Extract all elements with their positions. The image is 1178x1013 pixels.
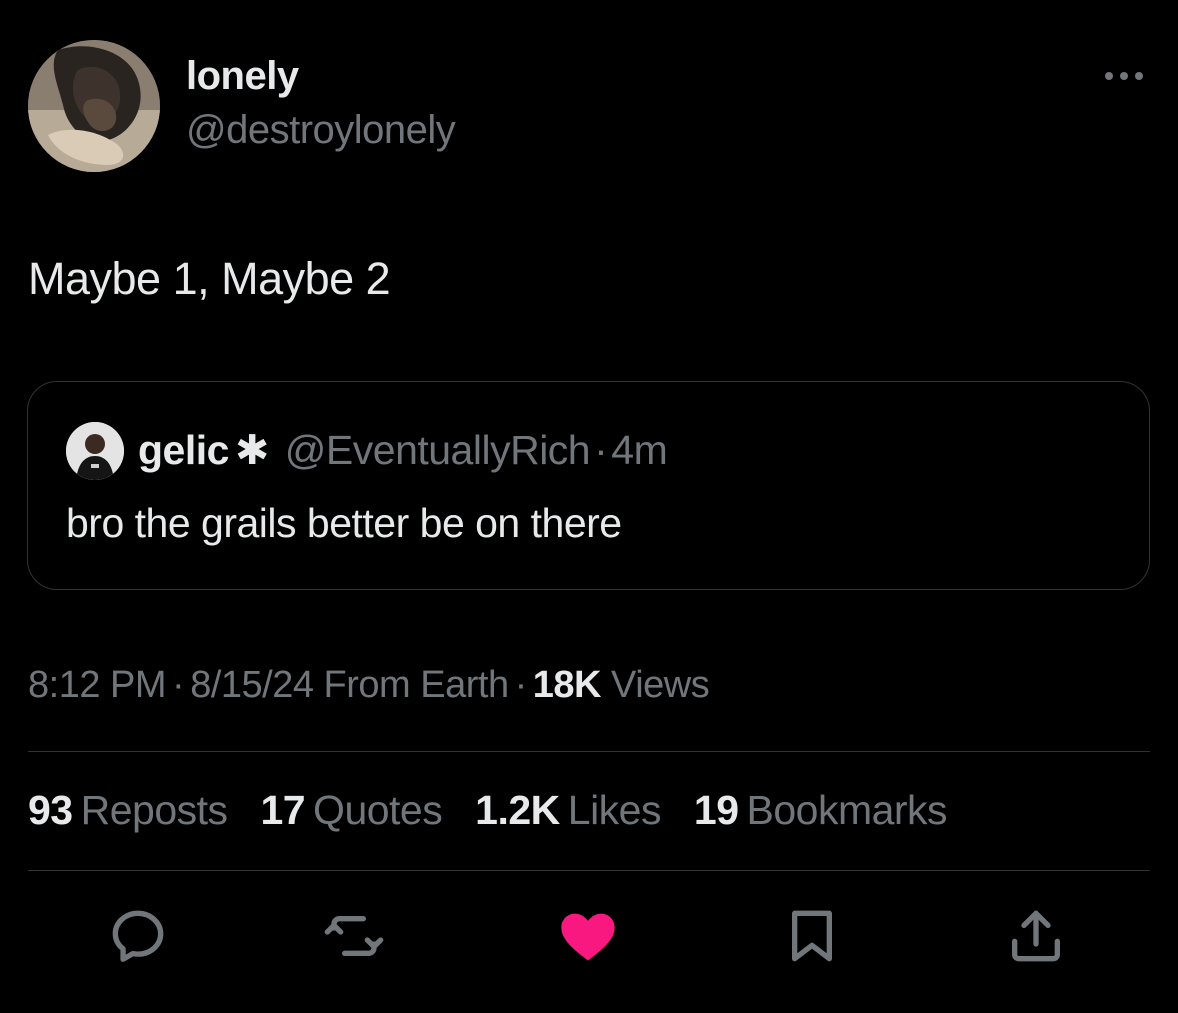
separator-dot: · [172,664,185,706]
like-button[interactable] [556,904,620,968]
repost-button[interactable] [322,904,386,968]
action-bar [0,900,1178,980]
reply-button[interactable] [106,904,170,968]
share-button[interactable] [1004,904,1068,968]
tweet-time[interactable]: 8:12 PM [28,664,167,706]
tweet-meta: 8:12 PM · 8/15/24 From Earth · 18K Views [28,664,710,707]
likes-stat[interactable]: 1.2K Likes [475,787,661,833]
bookmarks-stat[interactable]: 19 Bookmarks [693,787,948,833]
heart-filled-icon [561,913,615,961]
tweet-text: Maybe 1, Maybe 2 [28,253,391,304]
divider [28,870,1150,871]
engagement-stats: 93 Reposts 17 Quotes 1.2K Likes 19 Bookmarks [28,787,969,834]
tweet-source: From Earth [323,664,510,706]
quotes-count: 17 [260,787,306,833]
bookmark-button[interactable] [780,904,844,968]
tweet-date[interactable]: 8/15/24 [190,664,314,706]
author-avatar[interactable] [28,40,160,172]
reposts-stat[interactable]: 93 Reposts [28,787,228,833]
views-count: 18K [532,664,602,706]
separator-dot: · [594,427,608,473]
separator-dot: · [514,664,528,706]
quotes-stat[interactable]: 17 Quotes [260,787,442,833]
author-name[interactable]: lonely [186,54,299,99]
likes-count: 1.2K [475,787,560,833]
tweet-header: lonely @destroylonely [28,40,1150,172]
reposts-label: Reposts [80,787,228,833]
divider [28,751,1150,752]
bookmarks-count: 19 [693,787,739,833]
reply-icon [112,910,164,962]
quoted-author-handle[interactable]: @EventuallyRich [285,427,591,473]
views-label: Views [611,664,710,706]
share-icon [1012,910,1060,962]
quoted-author-badge: ✱ [234,427,269,473]
quotes-label: Quotes [313,787,443,833]
bookmark-icon [792,910,832,962]
quoted-tweet-text: bro the grails better be on there [66,500,622,546]
reposts-count: 93 [28,787,73,833]
bookmarks-label: Bookmarks [746,787,948,833]
quoted-author-avatar[interactable] [66,422,124,480]
author-handle[interactable]: @destroylonely [186,108,456,153]
likes-label: Likes [567,787,662,833]
quoted-author-name[interactable]: gelic [138,427,229,473]
quoted-tweet-time[interactable]: 4m [611,427,667,473]
quoted-tweet-card[interactable]: gelic ✱ @EventuallyRich·4m bro the grails … [27,381,1150,590]
more-options-icon[interactable] [1102,66,1146,86]
repost-icon [324,916,384,956]
quoted-tweet-header: gelic ✱ @EventuallyRich·4m [138,426,668,474]
